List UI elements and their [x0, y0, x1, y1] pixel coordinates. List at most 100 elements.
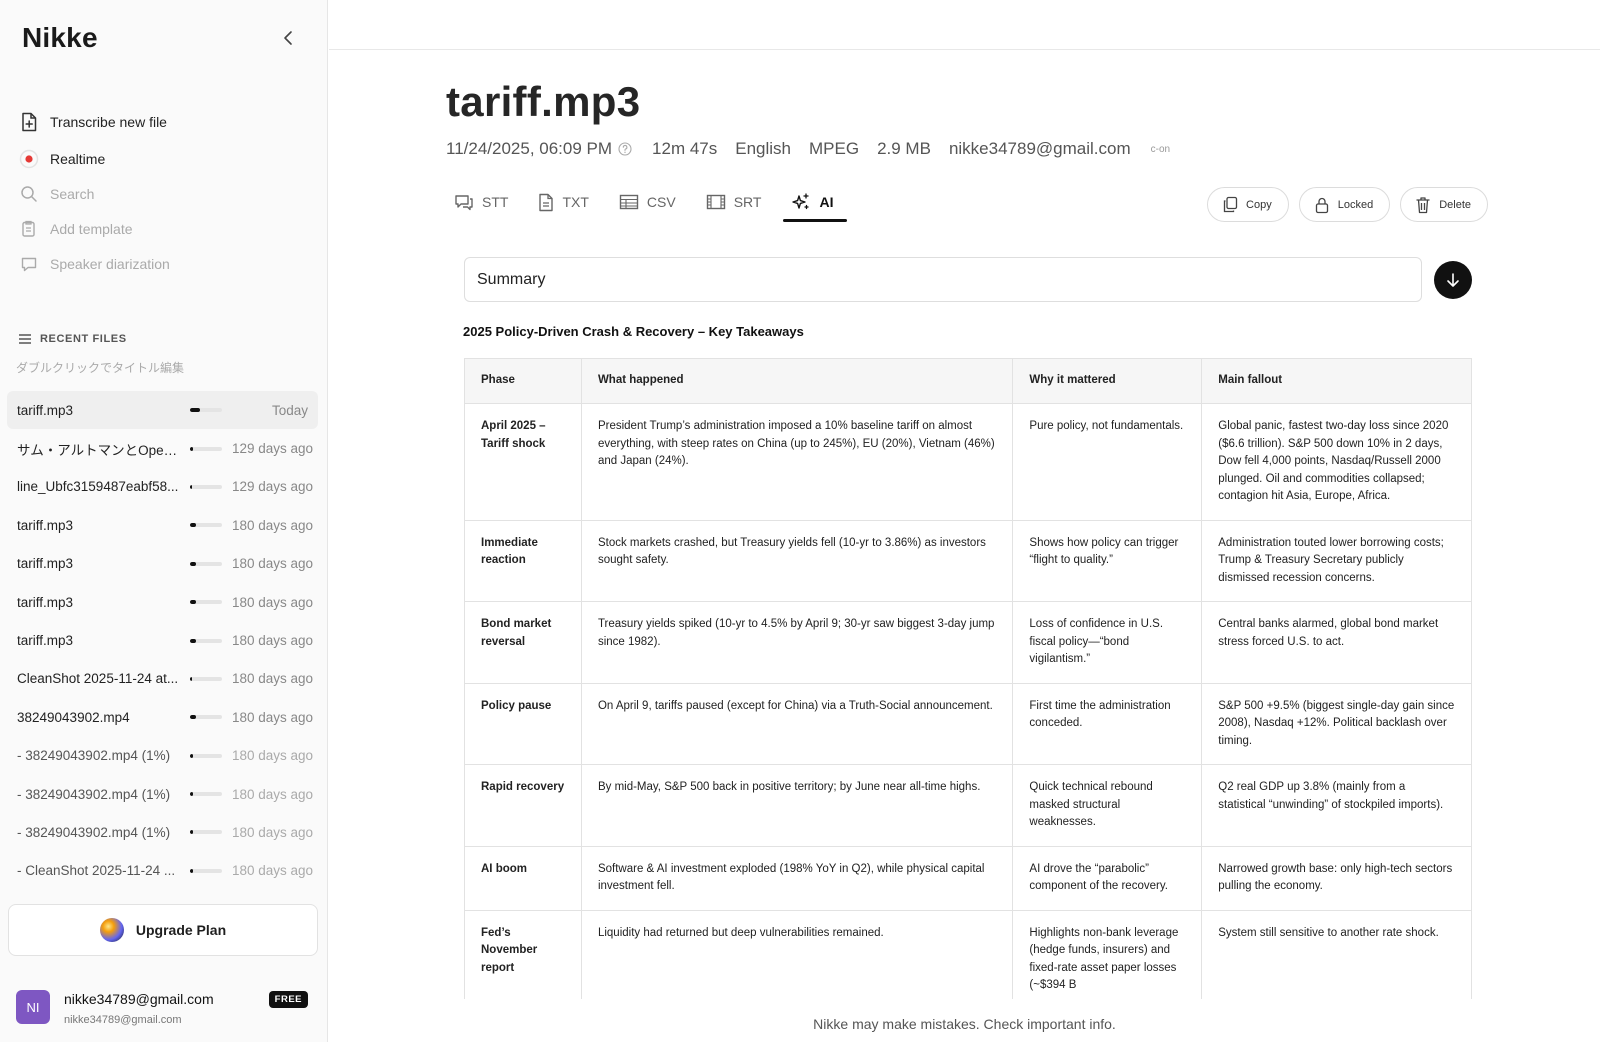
- file-progress-bar: [190, 523, 222, 528]
- locked-label: Locked: [1337, 198, 1374, 211]
- phase-cell: Bond market reversal: [464, 601, 582, 684]
- file-name: tariff.mp3: [17, 402, 74, 418]
- file-date: Today: [271, 402, 308, 418]
- locked-button[interactable]: Locked: [1298, 187, 1391, 222]
- arrow-down-icon: [1447, 273, 1459, 287]
- recent-file-item[interactable]: line_Ubfc3159487eabf58... 129 days ago: [7, 468, 318, 506]
- record-icon: [18, 148, 40, 170]
- nav-realtime[interactable]: Realtime: [18, 141, 308, 176]
- output-tabs: STT TXT CSV SRT AI: [446, 184, 855, 222]
- recent-file-item[interactable]: tariff.mp3 180 days ago: [7, 545, 318, 583]
- file-progress-bar: [190, 561, 222, 566]
- tab-stt[interactable]: STT: [446, 184, 522, 220]
- nav-speaker-diarization[interactable]: Speaker diarization: [18, 246, 308, 281]
- recent-file-item[interactable]: - 38249043902.mp4 (1%) 180 days ago: [7, 813, 318, 851]
- main-fallout-cell: S&P 500 +9.5% (biggest single-day gain s…: [1201, 682, 1472, 765]
- what-happened-cell: Stock markets crashed, but Treasury yiel…: [580, 519, 1014, 602]
- account-subtitle: nikke34789@gmail.com: [64, 1014, 182, 1026]
- table-row: Bond market reversal Treasury yields spik…: [464, 601, 1472, 684]
- file-name: CleanShot 2025-11-24 at...: [17, 671, 179, 687]
- submit-prompt-button[interactable]: [1434, 261, 1472, 299]
- file-progress-fill: [190, 676, 192, 681]
- file-size: 2.9 MB: [877, 139, 931, 158]
- recent-files-label: RECENT FILES: [40, 333, 127, 345]
- tab-ai[interactable]: AI: [783, 184, 848, 222]
- avatar: NI: [16, 990, 50, 1024]
- why-it-mattered-cell: Highlights non-bank leverage (hedge fund…: [1012, 909, 1203, 999]
- file-actions: Copy Locked Delete: [1197, 187, 1488, 222]
- main-fallout-cell: Q2 real GDP up 3.8% (mainly from a stati…: [1201, 764, 1472, 847]
- speech-icon: [454, 193, 474, 211]
- delete-button[interactable]: Delete: [1400, 187, 1488, 222]
- tab-label: SRT: [733, 194, 762, 210]
- phase-cell: Immediate reaction: [464, 519, 582, 602]
- account-email: nikke34789@gmail.com: [64, 991, 214, 1007]
- recent-file-item[interactable]: - CleanShot 2025-11-24 ... 180 days ago: [7, 852, 318, 885]
- trash-icon: [1415, 196, 1431, 214]
- recent-file-item[interactable]: 38249043902.mp4 180 days ago: [7, 698, 318, 736]
- file-name: tariff.mp3: [17, 556, 74, 572]
- file-progress-fill: [190, 523, 197, 528]
- main-fallout-cell: System still sensitive to another rate s…: [1201, 909, 1472, 999]
- table-row: April 2025 – Tariff shock President Trump…: [464, 403, 1472, 521]
- copy-button[interactable]: Copy: [1207, 187, 1289, 222]
- recent-file-item[interactable]: - 38249043902.mp4 (1%) 180 days ago: [7, 775, 318, 813]
- tab-srt[interactable]: SRT: [698, 184, 776, 220]
- upgrade-plan-label: Upgrade Plan: [135, 922, 227, 938]
- phase-cell: AI boom: [464, 845, 582, 911]
- main-fallout-cell: Global panic, fastest two-day loss since…: [1201, 403, 1472, 521]
- main-fallout-cell: Administration touted lower borrowing co…: [1201, 519, 1472, 602]
- table-row: Rapid recovery By mid-May, S&P 500 back i…: [464, 764, 1472, 847]
- recent-file-item[interactable]: tariff.mp3 180 days ago: [7, 621, 318, 659]
- why-it-mattered-cell: Shows how policy can trigger “flight to …: [1012, 519, 1203, 602]
- nav-label: Speaker diarization: [50, 255, 170, 272]
- ai-prompt-input[interactable]: Summary: [464, 257, 1422, 302]
- file-progress-bar: [190, 600, 222, 605]
- upgrade-plan-button[interactable]: Upgrade Plan: [8, 904, 318, 956]
- top-bar: [329, 0, 1600, 50]
- recent-file-item[interactable]: CleanShot 2025-11-24 at... 180 days ago: [7, 660, 318, 698]
- nav-label: Add template: [50, 220, 133, 237]
- tab-txt[interactable]: TXT: [530, 184, 602, 220]
- copy-label: Copy: [1246, 198, 1272, 211]
- file-date: 180 days ago: [232, 824, 314, 840]
- main-fallout-cell: Narrowed growth base: only high-tech sec…: [1201, 845, 1472, 911]
- file-progress-fill: [190, 715, 197, 720]
- file-progress-fill: [190, 408, 200, 413]
- table-header-row: Phase What happened Why it mattered Main…: [464, 358, 1472, 404]
- file-date: 129 days ago: [232, 479, 314, 495]
- why-it-mattered-cell: Pure policy, not fundamentals.: [1012, 403, 1203, 521]
- what-happened-cell: By mid-May, S&P 500 back in positive ter…: [580, 764, 1014, 847]
- file-date: 129 days ago: [232, 441, 314, 457]
- file-name: 38249043902.mp4: [17, 709, 130, 725]
- file-datetime: 11/24/2025, 06:09 PM: [446, 139, 613, 158]
- nav-search[interactable]: Search: [18, 176, 308, 211]
- recent-file-item[interactable]: tariff.mp3 Today: [7, 391, 318, 430]
- file-progress-fill: [190, 753, 194, 758]
- recent-files-list: tariff.mp3 Today サム・アルトマンとOpen... 129 days …: [7, 391, 318, 885]
- file-language: English: [735, 139, 792, 158]
- file-progress-bar: [190, 676, 222, 681]
- file-owner: nikke34789@gmail.com: [948, 139, 1131, 158]
- tab-csv[interactable]: CSV: [611, 184, 690, 220]
- table-row: Immediate reaction Stock markets crashed,…: [464, 519, 1472, 602]
- why-it-mattered-cell: Loss of confidence in U.S. fiscal policy…: [1012, 601, 1203, 684]
- template-icon: [18, 218, 40, 240]
- collapse-sidebar-button[interactable]: [276, 26, 300, 50]
- account-panel[interactable]: NI nikke34789@gmail.com nikke34789@gmail…: [16, 990, 312, 1030]
- copy-icon: [1222, 196, 1238, 213]
- table-row: AI boom Software & AI investment exploded…: [464, 845, 1472, 911]
- recent-file-item[interactable]: tariff.mp3 180 days ago: [7, 506, 318, 544]
- recent-file-item[interactable]: - 38249043902.mp4 (1%) 180 days ago: [7, 737, 318, 775]
- what-happened-cell: Treasury yields spiked (10-yr to 4.5% by…: [580, 601, 1014, 684]
- nav-add-template[interactable]: Add template: [18, 211, 308, 246]
- recent-file-item[interactable]: サム・アルトマンとOpen... 129 days ago: [7, 429, 318, 467]
- help-circle-icon[interactable]: [618, 142, 632, 156]
- column-header: Main fallout: [1201, 358, 1472, 404]
- tab-label: TXT: [562, 194, 589, 210]
- file-name: tariff.mp3: [17, 633, 74, 649]
- recent-file-item[interactable]: tariff.mp3 180 days ago: [7, 583, 318, 621]
- file-date: 180 days ago: [232, 863, 314, 879]
- file-name: - 38249043902.mp4 (1%): [17, 748, 171, 764]
- nav-transcribe-new-file[interactable]: Transcribe new file: [18, 104, 308, 139]
